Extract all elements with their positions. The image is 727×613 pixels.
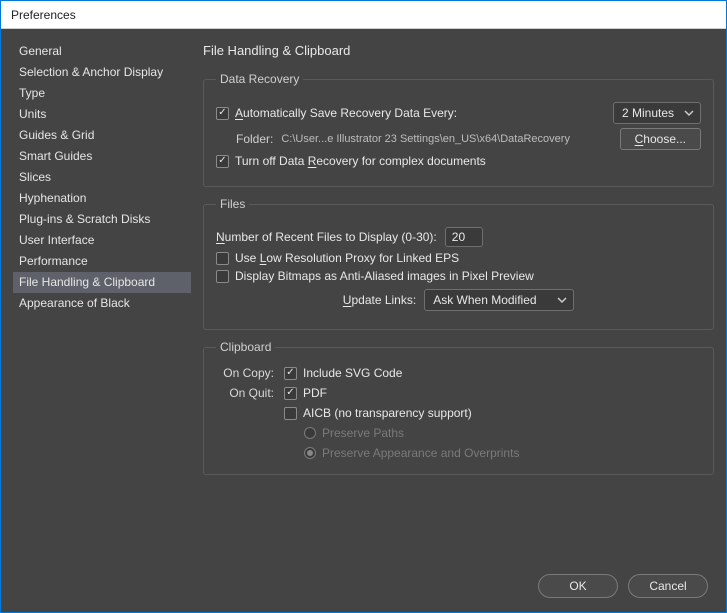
- titlebar: Preferences: [1, 1, 726, 29]
- footer: OK Cancel: [1, 562, 726, 612]
- checkbox-icon: [216, 107, 229, 120]
- checkbox-icon: [284, 407, 297, 420]
- sidebar-item-units[interactable]: Units: [13, 104, 191, 125]
- preferences-window: Preferences GeneralSelection & Anchor Di…: [0, 0, 727, 613]
- sidebar-item-plug-ins-scratch-disks[interactable]: Plug-ins & Scratch Disks: [13, 209, 191, 230]
- chevron-down-icon: [684, 108, 694, 118]
- update-links-select[interactable]: Ask When Modified: [424, 289, 574, 311]
- sidebar-item-hyphenation[interactable]: Hyphenation: [13, 188, 191, 209]
- low-res-proxy-label: Use Low Resolution Proxy for Linked EPS: [235, 251, 459, 265]
- window-title: Preferences: [11, 8, 76, 22]
- sidebar-item-user-interface[interactable]: User Interface: [13, 230, 191, 251]
- recent-files-label: Number of Recent Files to Display (0-30)…: [216, 230, 437, 244]
- radio-icon: [304, 427, 316, 439]
- auto-save-interval-select[interactable]: 2 Minutes: [613, 102, 701, 124]
- update-links-label: Update Links:: [343, 293, 416, 307]
- sidebar-item-type[interactable]: Type: [13, 83, 191, 104]
- sidebar-item-smart-guides[interactable]: Smart Guides: [13, 146, 191, 167]
- radio-icon: [304, 447, 316, 459]
- low-res-proxy-checkbox[interactable]: Use Low Resolution Proxy for Linked EPS: [216, 251, 459, 265]
- on-quit-label: On Quit:: [216, 386, 274, 400]
- select-value: 2 Minutes: [622, 106, 674, 120]
- settings-panel: File Handling & Clipboard Data Recovery …: [203, 41, 714, 562]
- sidebar-item-selection-anchor-display[interactable]: Selection & Anchor Display: [13, 62, 191, 83]
- checkbox-icon: [216, 155, 229, 168]
- checkbox-icon: [284, 367, 297, 380]
- sidebar: GeneralSelection & Anchor DisplayTypeUni…: [13, 41, 191, 562]
- folder-path: C:\User...e Illustrator 23 Settings\en_U…: [281, 133, 570, 145]
- include-svg-checkbox[interactable]: Include SVG Code: [284, 366, 701, 380]
- preserve-appearance-label: Preserve Appearance and Overprints: [322, 446, 519, 460]
- select-value: Ask When Modified: [433, 293, 536, 307]
- checkbox-icon: [216, 270, 229, 283]
- section-legend: Files: [216, 197, 249, 211]
- on-copy-label: On Copy:: [216, 366, 274, 380]
- sidebar-item-performance[interactable]: Performance: [13, 251, 191, 272]
- turn-off-recovery-label: Turn off Data Recovery for complex docum…: [235, 154, 486, 168]
- auto-save-checkbox[interactable]: Automatically Save Recovery Data Every:: [216, 106, 457, 120]
- aicb-label: AICB (no transparency support): [303, 406, 472, 420]
- preserve-paths-radio: Preserve Paths: [304, 426, 404, 440]
- cancel-button[interactable]: Cancel: [628, 574, 708, 598]
- panel-title: File Handling & Clipboard: [203, 41, 714, 62]
- section-legend: Data Recovery: [216, 72, 303, 86]
- content-area: GeneralSelection & Anchor DisplayTypeUni…: [1, 29, 726, 612]
- auto-save-label: Automatically Save Recovery Data Every:: [235, 106, 457, 120]
- folder-label: Folder:: [236, 132, 273, 146]
- display-bitmaps-label: Display Bitmaps as Anti-Aliased images i…: [235, 269, 534, 283]
- choose-folder-button[interactable]: Choose...: [620, 128, 701, 150]
- pdf-label: PDF: [303, 386, 327, 400]
- ok-button[interactable]: OK: [538, 574, 618, 598]
- sidebar-item-general[interactable]: General: [13, 41, 191, 62]
- chevron-down-icon: [557, 295, 567, 305]
- include-svg-label: Include SVG Code: [303, 366, 402, 380]
- section-clipboard: Clipboard On Copy: Include SVG Code On Q…: [203, 340, 714, 475]
- sidebar-item-appearance-of-black[interactable]: Appearance of Black: [13, 293, 191, 314]
- turn-off-recovery-checkbox[interactable]: Turn off Data Recovery for complex docum…: [216, 154, 486, 168]
- preserve-appearance-radio: Preserve Appearance and Overprints: [304, 446, 519, 460]
- section-legend: Clipboard: [216, 340, 275, 354]
- checkbox-icon: [216, 252, 229, 265]
- recent-files-input[interactable]: [445, 227, 483, 247]
- display-bitmaps-checkbox[interactable]: Display Bitmaps as Anti-Aliased images i…: [216, 269, 534, 283]
- sidebar-item-slices[interactable]: Slices: [13, 167, 191, 188]
- sidebar-item-guides-grid[interactable]: Guides & Grid: [13, 125, 191, 146]
- section-data-recovery: Data Recovery Automatically Save Recover…: [203, 72, 714, 187]
- checkbox-icon: [284, 387, 297, 400]
- section-files: Files Number of Recent Files to Display …: [203, 197, 714, 330]
- sidebar-item-file-handling-clipboard[interactable]: File Handling & Clipboard: [13, 272, 191, 293]
- preserve-paths-label: Preserve Paths: [322, 426, 404, 440]
- pdf-checkbox[interactable]: PDF: [284, 386, 327, 400]
- aicb-checkbox[interactable]: AICB (no transparency support): [284, 406, 472, 420]
